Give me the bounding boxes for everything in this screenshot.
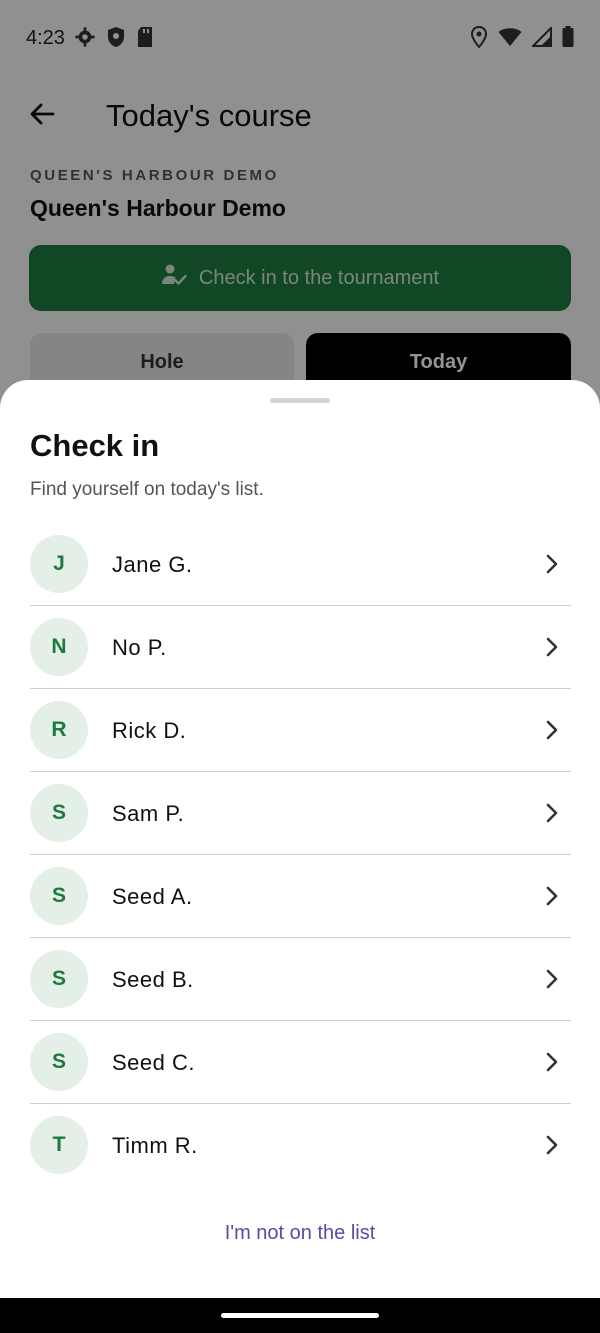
app-screen: 4:23 Today's course QUEEN'S HARBOUR DEMO… (0, 0, 600, 1333)
player-row[interactable]: S Seed C. (30, 1021, 571, 1104)
avatar: J (30, 535, 88, 593)
player-name: No P. (112, 635, 167, 660)
chevron-right-icon (541, 885, 563, 907)
not-on-list-button[interactable]: I'm not on the list (0, 1222, 600, 1245)
player-row[interactable]: R Rick D. (30, 689, 571, 772)
player-row[interactable]: S Seed B. (30, 938, 571, 1021)
chevron-right-icon (541, 1051, 563, 1073)
player-row[interactable]: S Seed A. (30, 855, 571, 938)
player-row[interactable]: J Jane G. (30, 523, 571, 606)
sheet-title: Check in (30, 428, 160, 463)
home-indicator[interactable] (221, 1313, 379, 1318)
player-name: Seed C. (112, 1050, 195, 1075)
avatar: R (30, 701, 88, 759)
player-row[interactable]: S Sam P. (30, 772, 571, 855)
chevron-right-icon (541, 719, 563, 741)
player-name: Rick D. (112, 718, 187, 743)
player-row[interactable]: T Timm R. (30, 1104, 571, 1187)
avatar: N (30, 618, 88, 676)
player-name: Seed B. (112, 967, 194, 992)
player-name: Jane G. (112, 552, 193, 577)
chevron-right-icon (541, 553, 563, 575)
avatar: S (30, 784, 88, 842)
player-name: Sam P. (112, 801, 185, 826)
chevron-right-icon (541, 636, 563, 658)
system-nav-bar (0, 1298, 600, 1333)
avatar: S (30, 867, 88, 925)
player-name: Timm R. (112, 1133, 198, 1158)
avatar: S (30, 950, 88, 1008)
check-in-sheet: Check in Find yourself on today's list. … (0, 380, 600, 1298)
avatar: S (30, 1033, 88, 1091)
chevron-right-icon (541, 968, 563, 990)
sheet-subtitle: Find yourself on today's list. (30, 479, 264, 500)
chevron-right-icon (541, 1134, 563, 1156)
player-list: J Jane G. N No P. R Rick D. S Sam P. S S… (30, 523, 571, 1187)
player-row[interactable]: N No P. (30, 606, 571, 689)
chevron-right-icon (541, 802, 563, 824)
avatar: T (30, 1116, 88, 1174)
drag-handle[interactable] (270, 398, 330, 403)
player-name: Seed A. (112, 884, 193, 909)
